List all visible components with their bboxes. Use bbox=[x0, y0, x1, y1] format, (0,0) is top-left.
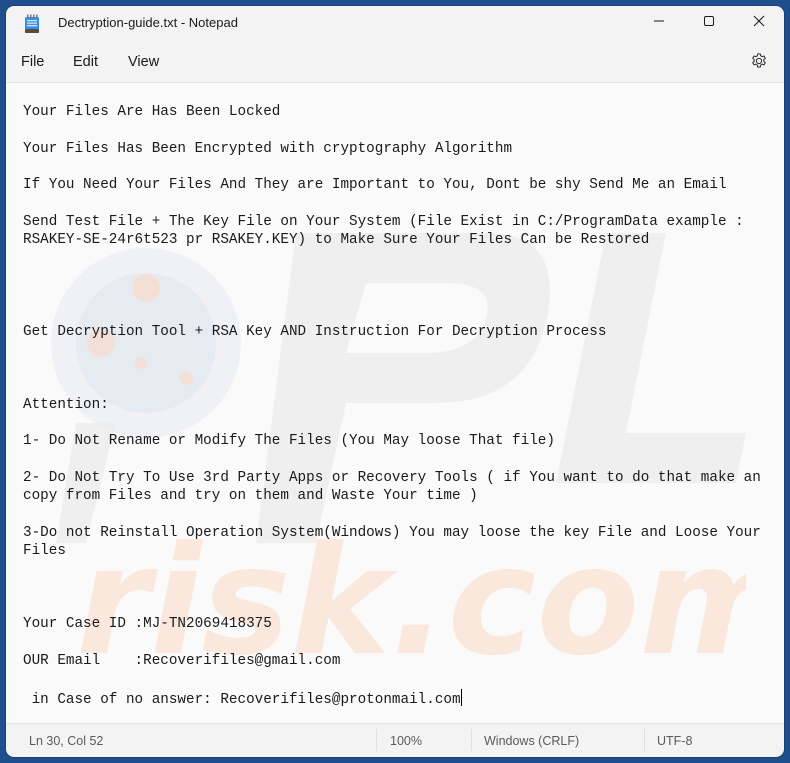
settings-button[interactable] bbox=[750, 52, 768, 70]
text-caret bbox=[460, 688, 462, 706]
window-title: Dectryption-guide.txt - Notepad bbox=[58, 15, 238, 30]
menu-bar: File Edit View bbox=[6, 46, 784, 80]
maximize-button[interactable] bbox=[686, 6, 732, 40]
status-divider bbox=[376, 729, 377, 751]
line-ending[interactable]: Windows (CRLF) bbox=[484, 734, 579, 748]
minimize-icon bbox=[653, 14, 665, 32]
title-bar[interactable]: Dectryption-guide.txt - Notepad bbox=[6, 6, 784, 40]
gear-icon bbox=[752, 53, 766, 68]
minimize-button[interactable] bbox=[636, 6, 682, 40]
maximize-icon bbox=[703, 14, 715, 32]
document-body: Your Files Are Has Been Locked Your File… bbox=[23, 104, 761, 708]
status-divider bbox=[471, 729, 472, 751]
notepad-window: Dectryption-guide.txt - Notepad File Edi… bbox=[6, 6, 784, 757]
encoding[interactable]: UTF-8 bbox=[657, 734, 692, 748]
notepad-icon bbox=[24, 14, 40, 34]
menu-view[interactable]: View bbox=[128, 54, 159, 70]
cursor-position: Ln 30, Col 52 bbox=[29, 734, 104, 748]
text-editor[interactable]: risk.com Your Files Are Has Been Locked … bbox=[6, 82, 784, 724]
menu-edit[interactable]: Edit bbox=[73, 54, 98, 70]
close-button[interactable] bbox=[736, 6, 782, 40]
status-bar: Ln 30, Col 52 100% Windows (CRLF) UTF-8 bbox=[6, 723, 784, 757]
status-divider bbox=[644, 729, 645, 751]
zoom-level[interactable]: 100% bbox=[390, 734, 422, 748]
close-icon bbox=[753, 14, 765, 32]
menu-file[interactable]: File bbox=[21, 54, 44, 70]
document-text[interactable]: Your Files Are Has Been Locked Your File… bbox=[23, 103, 774, 709]
